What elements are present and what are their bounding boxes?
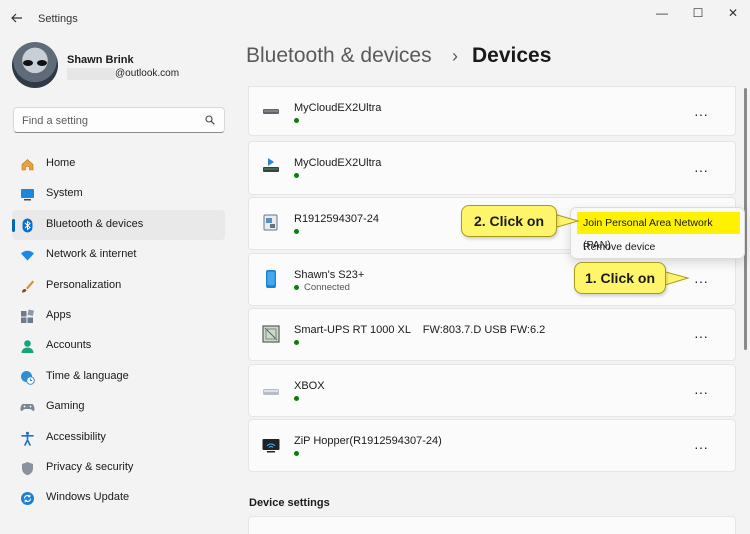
sidebar-item-bluetooth-devices[interactable]: Bluetooth & devices bbox=[12, 209, 225, 241]
status-dot bbox=[294, 229, 299, 234]
sidebar-item-privacy-security[interactable]: Privacy & security bbox=[12, 453, 225, 483]
more-options-button[interactable]: ··· bbox=[693, 440, 709, 454]
connection-status: Connected bbox=[304, 282, 350, 293]
status-dot bbox=[294, 451, 299, 456]
device-name: Smart-UPS RT 1000 XL FW:803.7.D USB FW:6… bbox=[294, 324, 546, 336]
menu-item-remove-device[interactable]: Remove device bbox=[577, 236, 740, 258]
sidebar-item-apps[interactable]: Apps bbox=[12, 301, 225, 331]
accessibility-icon bbox=[20, 431, 35, 446]
status-dot bbox=[294, 340, 299, 345]
console-icon bbox=[261, 381, 281, 401]
ups-icon bbox=[261, 324, 281, 344]
user-email: @outlook.com bbox=[115, 68, 180, 79]
sidebar-item-accessibility[interactable]: Accessibility bbox=[12, 423, 225, 453]
minimize-button[interactable]: — bbox=[650, 5, 674, 21]
sidebar-item-home[interactable]: Home bbox=[12, 149, 225, 179]
sidebar-item-windows-update[interactable]: Windows Update bbox=[12, 483, 225, 513]
brush-icon bbox=[20, 279, 35, 294]
more-options-button[interactable]: ··· bbox=[693, 385, 709, 399]
device-card-mycloud-2[interactable]: MyCloudEX2Ultra ··· bbox=[248, 141, 736, 195]
phone-icon bbox=[261, 269, 281, 289]
sidebar-item-gaming[interactable]: Gaming bbox=[12, 392, 225, 422]
app-title: Settings bbox=[38, 13, 78, 25]
title-bar: Settings — ☐ ✕ bbox=[0, 0, 750, 36]
more-options-button[interactable]: ··· bbox=[693, 329, 709, 343]
device-name: MyCloudEX2Ultra bbox=[294, 157, 382, 169]
sidebar-item-time-language[interactable]: Time & language bbox=[12, 362, 225, 392]
sidebar-nav: Home System Bluetooth & devices Network … bbox=[12, 149, 225, 514]
breadcrumb: Bluetooth & devices › Devices bbox=[246, 44, 551, 68]
status-dot bbox=[294, 173, 299, 178]
home-icon bbox=[20, 157, 35, 172]
device-card-xbox[interactable]: XBOX ··· bbox=[248, 364, 736, 417]
back-arrow-icon[interactable] bbox=[10, 11, 26, 25]
device-card-smart-ups[interactable]: Smart-UPS RT 1000 XL FW:803.7.D USB FW:6… bbox=[248, 308, 736, 361]
unknown-device-icon bbox=[261, 213, 281, 233]
menu-item-join-pan[interactable]: Join Personal Area Network (PAN) bbox=[577, 212, 740, 251]
nas-drive-icon bbox=[261, 101, 281, 121]
close-button[interactable]: ✕ bbox=[721, 5, 745, 21]
sidebar-item-system[interactable]: System bbox=[12, 179, 225, 209]
status-dot bbox=[294, 285, 299, 290]
status-dot bbox=[294, 396, 299, 401]
more-options-button[interactable]: ··· bbox=[693, 107, 709, 121]
device-context-menu: Join Personal Area Network (PAN) Remove … bbox=[570, 207, 745, 259]
more-options-button[interactable]: ··· bbox=[693, 274, 709, 288]
wifi-icon bbox=[20, 248, 35, 263]
sidebar-item-personalization[interactable]: Personalization bbox=[12, 271, 225, 301]
media-server-icon bbox=[261, 156, 281, 176]
device-name: ZiP Hopper(R1912594307-24) bbox=[294, 435, 442, 447]
search-icon bbox=[205, 114, 215, 125]
device-name: R1912594307-24 bbox=[294, 213, 380, 225]
search-input[interactable]: Find a setting bbox=[13, 107, 225, 133]
device-settings-card[interactable] bbox=[248, 516, 736, 534]
system-icon bbox=[20, 187, 35, 202]
bluetooth-icon bbox=[20, 218, 35, 233]
monitor-icon bbox=[261, 436, 281, 456]
device-name: Shawn's S23+ bbox=[294, 269, 365, 281]
maximize-button[interactable]: ☐ bbox=[686, 5, 710, 21]
callout-step-2: 2. Click on bbox=[461, 205, 557, 237]
globe-clock-icon bbox=[20, 370, 35, 385]
chevron-right-icon: › bbox=[452, 46, 458, 66]
user-name: Shawn Brink bbox=[67, 54, 134, 66]
update-icon bbox=[20, 491, 35, 506]
shield-icon bbox=[20, 461, 35, 476]
device-name: XBOX bbox=[294, 380, 325, 392]
device-card-mycloud-1[interactable]: MyCloudEX2Ultra ··· bbox=[248, 86, 736, 136]
sidebar-item-accounts[interactable]: Accounts bbox=[12, 331, 225, 361]
device-name: MyCloudEX2Ultra bbox=[294, 102, 382, 114]
breadcrumb-parent[interactable]: Bluetooth & devices bbox=[246, 44, 432, 67]
device-card-zip-hopper[interactable]: ZiP Hopper(R1912594307-24) ··· bbox=[248, 419, 736, 472]
callout-step-1: 1. Click on bbox=[574, 262, 666, 294]
gamepad-icon bbox=[20, 400, 35, 415]
avatar bbox=[12, 42, 58, 88]
device-settings-heading: Device settings bbox=[249, 497, 330, 509]
page-title: Devices bbox=[472, 44, 552, 67]
apps-icon bbox=[20, 309, 35, 324]
status-dot bbox=[294, 118, 299, 123]
search-placeholder: Find a setting bbox=[22, 115, 89, 127]
accounts-icon bbox=[20, 339, 35, 354]
more-options-button[interactable]: ··· bbox=[693, 163, 709, 177]
user-profile[interactable]: Shawn Brink @outlook.com bbox=[12, 42, 232, 92]
email-redaction bbox=[67, 68, 115, 80]
sidebar-item-network[interactable]: Network & internet bbox=[12, 240, 225, 270]
